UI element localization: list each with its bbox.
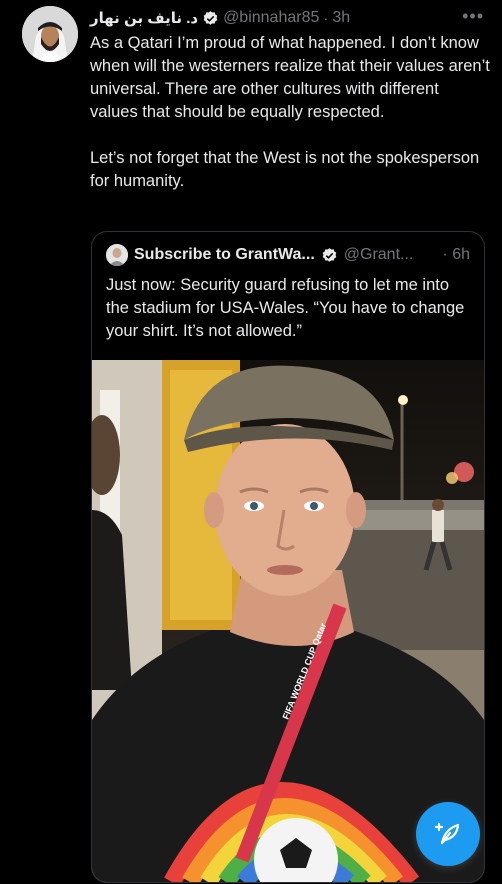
quoted-author-name[interactable]: Subscribe to GrantWa...	[134, 246, 315, 264]
author-handle[interactable]: @binnahar85	[223, 9, 319, 27]
tweet-timestamp[interactable]: 3h	[332, 9, 350, 27]
compose-tweet-icon	[434, 822, 460, 845]
quoted-tweet-text: Just now: Security guard refusing to let…	[106, 276, 465, 340]
tweet-text: As a Qatari I’m proud of what happened. …	[90, 32, 490, 193]
quoted-tweet-header: Subscribe to GrantWa... @Grant... · 6h	[106, 244, 470, 266]
quoted-separator: ·	[442, 246, 448, 263]
quoted-tweet-photo[interactable]: FIFA WORLD CUP Qatar	[92, 360, 484, 882]
tweet-paragraph-1: As a Qatari I’m proud of what happened. …	[90, 34, 490, 121]
tweet[interactable]: د. نايف بن نهار @binnahar85 · 3h ••• As …	[0, 0, 502, 884]
quoted-tweet[interactable]: Subscribe to GrantWa... @Grant... · 6h J…	[91, 231, 485, 883]
tweet-paragraph-2: Let’s not forget that the West is not th…	[90, 149, 480, 190]
author-avatar-image	[22, 6, 78, 62]
compose-tweet-button[interactable]	[416, 802, 480, 866]
selfie-photo: FIFA WORLD CUP Qatar	[92, 360, 484, 882]
quoted-timestamp: · 6h	[442, 246, 470, 264]
verified-badge-icon	[321, 247, 338, 264]
quoted-author-avatar[interactable]	[106, 244, 128, 266]
tweet-header: د. نايف بن نهار @binnahar85 · 3h	[90, 7, 462, 29]
header-separator: ·	[323, 9, 329, 27]
verified-badge-icon	[202, 10, 219, 27]
quoted-author-handle[interactable]: @Grant...	[344, 246, 414, 264]
quoted-time[interactable]: 6h	[452, 246, 470, 263]
author-avatar[interactable]	[22, 6, 78, 62]
author-name[interactable]: د. نايف بن نهار	[90, 9, 198, 27]
more-options-icon[interactable]: •••	[462, 6, 484, 27]
